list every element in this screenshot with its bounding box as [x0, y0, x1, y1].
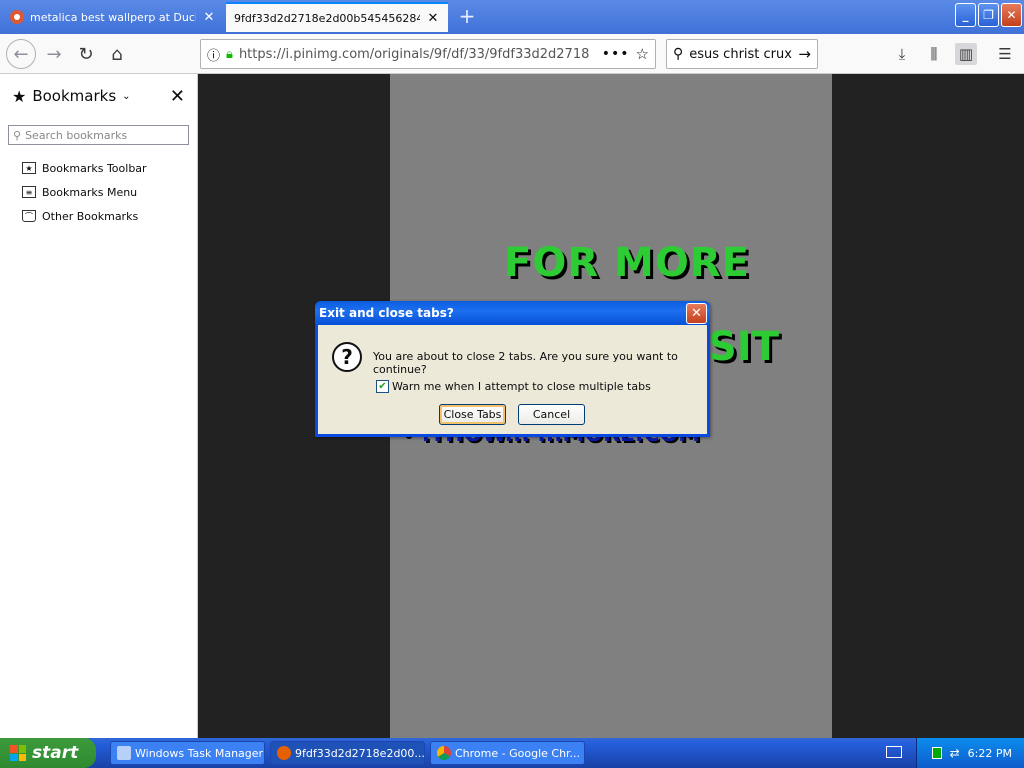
- search-placeholder: Search bookmarks: [25, 128, 128, 142]
- start-button[interactable]: start: [0, 738, 96, 768]
- image-text-line2: SIT: [708, 324, 779, 370]
- bookmarks-search-input[interactable]: ⚲ Search bookmarks: [8, 125, 189, 145]
- sidebar-header[interactable]: ★ Bookmarks ⌄ ✕: [0, 74, 197, 118]
- taskbar-item-task-manager[interactable]: Windows Task Manager: [110, 741, 265, 765]
- dialog-titlebar: Exit and close tabs? ✕: [315, 301, 710, 325]
- dialog-message: You are about to close 2 tabs. Are you s…: [373, 350, 678, 376]
- sidebar-item-label: Bookmarks Menu: [42, 185, 138, 199]
- dialog-close-button[interactable]: ✕: [686, 302, 707, 324]
- duckduckgo-icon: [10, 10, 24, 24]
- close-tabs-dialog: Exit and close tabs? ✕ ? You are about t…: [315, 301, 710, 437]
- sidebar-item-label: Other Bookmarks: [42, 209, 139, 223]
- downloads-icon[interactable]: ⤓: [891, 43, 913, 65]
- search-bar[interactable]: ⚲ esus christ crux →: [666, 39, 818, 69]
- keyboard-icon[interactable]: [886, 746, 902, 758]
- bookmarks-menu-icon: ≡: [22, 186, 36, 198]
- tab-duckduckgo[interactable]: metalica best wallperp at DuckDu ✕: [2, 2, 224, 32]
- restore-button[interactable]: ❐: [978, 3, 999, 27]
- system-tray: ⇄ 6:22 PM: [916, 738, 1024, 768]
- task-manager-icon: [117, 746, 131, 760]
- window-controls: _ ❐ ✕: [955, 3, 1022, 27]
- taskbar-item-label: Chrome - Google Chr...: [455, 746, 581, 760]
- menu-icon[interactable]: ☰: [994, 43, 1016, 65]
- other-bookmarks-icon: ⌒: [22, 210, 36, 222]
- taskbar-item-chrome[interactable]: Chrome - Google Chr...: [430, 741, 585, 765]
- sidebar-item-other-bookmarks[interactable]: ⌒ Other Bookmarks: [0, 204, 197, 228]
- home-button[interactable]: ⌂: [103, 40, 131, 68]
- tab-strip: metalica best wallperp at DuckDu ✕ 9fdf3…: [0, 0, 1024, 34]
- taskbar-item-label: Windows Task Manager: [135, 746, 264, 760]
- window-close-button[interactable]: ✕: [1001, 3, 1022, 27]
- close-tab-icon[interactable]: ✕: [426, 11, 440, 26]
- firefox-icon: [277, 746, 291, 760]
- chevron-down-icon: ⌄: [122, 90, 131, 102]
- network-icon[interactable]: ⇄: [950, 746, 960, 760]
- tray-app-icon[interactable]: [931, 747, 942, 759]
- search-input[interactable]: esus christ crux: [689, 47, 792, 62]
- tab-title: 9fdf33d2d2718e2d00b545456284de7: [234, 11, 420, 25]
- reload-button[interactable]: ↻: [72, 40, 100, 68]
- image-text-line1: FOR MORE: [504, 240, 750, 286]
- info-icon[interactable]: ⓘ: [207, 45, 220, 64]
- warn-checkbox-row[interactable]: ✔ Warn me when I attempt to close multip…: [376, 380, 651, 393]
- cancel-button[interactable]: Cancel: [518, 404, 585, 425]
- page-actions-icon[interactable]: •••: [602, 46, 630, 62]
- bookmarks-toolbar-icon: ★: [22, 162, 36, 174]
- minimize-button[interactable]: _: [955, 3, 976, 27]
- bookmarks-sidebar: ★ Bookmarks ⌄ ✕ ⚲ Search bookmarks ★ Boo…: [0, 74, 198, 738]
- warn-checkbox-label[interactable]: Warn me when I attempt to close multiple…: [392, 380, 651, 393]
- bookmark-star-icon[interactable]: ☆: [636, 45, 649, 63]
- tab-image[interactable]: 9fdf33d2d2718e2d00b545456284de7 ✕: [226, 2, 448, 32]
- windows-logo-icon: [10, 745, 26, 761]
- tab-title: metalica best wallperp at DuckDu: [30, 10, 196, 24]
- dialog-title: Exit and close tabs?: [319, 306, 454, 320]
- question-icon: ?: [332, 342, 362, 372]
- warn-checkbox[interactable]: ✔: [376, 380, 389, 393]
- navigation-toolbar: ← → ↻ ⌂ ⓘ 🔒︎ https://i.pinimg.com/origin…: [0, 34, 1024, 74]
- sidebar-toggle-icon[interactable]: ▥: [955, 43, 977, 65]
- close-tabs-button[interactable]: Close Tabs: [439, 404, 506, 425]
- sidebar-item-label: Bookmarks Toolbar: [42, 161, 147, 175]
- close-tab-icon[interactable]: ✕: [202, 10, 216, 25]
- taskbar: start Windows Task Manager 9fdf33d2d2718…: [0, 738, 1024, 768]
- url-text[interactable]: https://i.pinimg.com/originals/9f/df/33/…: [239, 47, 596, 62]
- search-icon: ⚲: [673, 46, 684, 62]
- taskbar-item-label: 9fdf33d2d2718e2d00...: [295, 746, 425, 760]
- url-bar[interactable]: ⓘ 🔒︎ https://i.pinimg.com/originals/9f/d…: [200, 39, 656, 69]
- sidebar-item-bookmarks-menu[interactable]: ≡ Bookmarks Menu: [0, 180, 197, 204]
- chrome-icon: [437, 746, 451, 760]
- sidebar-item-bookmarks-toolbar[interactable]: ★ Bookmarks Toolbar: [0, 156, 197, 180]
- start-label: start: [32, 743, 79, 763]
- close-sidebar-icon[interactable]: ✕: [170, 86, 185, 107]
- sidebar-title: Bookmarks: [32, 87, 117, 105]
- star-icon: ★: [12, 86, 27, 106]
- clock[interactable]: 6:22 PM: [968, 747, 1012, 760]
- search-icon: ⚲: [13, 128, 22, 142]
- taskbar-item-firefox[interactable]: 9fdf33d2d2718e2d00...: [270, 741, 425, 765]
- library-icon[interactable]: ⫼: [923, 43, 945, 65]
- forward-button[interactable]: →: [40, 40, 68, 68]
- search-go-icon[interactable]: →: [798, 45, 811, 63]
- new-tab-button[interactable]: +: [456, 4, 478, 28]
- lock-icon: 🔒︎: [226, 46, 233, 62]
- back-button[interactable]: ←: [6, 39, 36, 69]
